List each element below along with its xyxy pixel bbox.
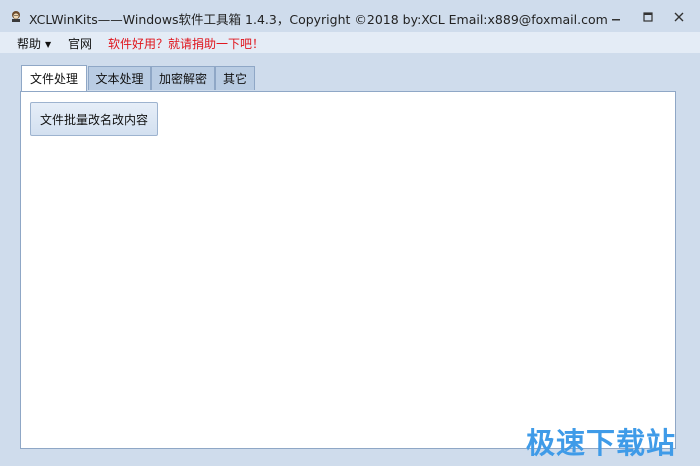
window-title: XCLWinKits——Windows软件工具箱 1.4.3，Copyright… [29,12,608,27]
app-logo-icon [9,9,23,23]
title-bar[interactable]: XCLWinKits——Windows软件工具箱 1.4.3，Copyright… [0,0,700,32]
tab-text-processing[interactable]: 文本处理 [88,66,151,90]
dropdown-caret-icon: ▼ [45,40,52,49]
menu-bar: 帮助 ▼ 官网 软件好用？就请捐助一下吧！ [0,32,700,53]
maximize-button[interactable] [633,7,663,27]
minimize-button[interactable] [601,7,631,27]
tab-file-processing[interactable]: 文件处理 [21,65,87,91]
maximize-icon [643,12,653,22]
minimize-icon [612,19,620,21]
site-watermark: 极速下载站 [526,426,677,460]
tab-content-panel: 文件批量改名改内容 [20,91,676,449]
tab-encrypt-decrypt[interactable]: 加密解密 [151,66,215,90]
app-window: XCLWinKits——Windows软件工具箱 1.4.3，Copyright… [0,0,700,466]
close-icon [674,12,684,22]
close-button[interactable] [664,7,694,27]
menu-official-site[interactable]: 官网 [68,35,92,52]
menu-donate-link[interactable]: 软件好用？就请捐助一下吧！ [108,35,264,52]
batch-rename-button[interactable]: 文件批量改名改内容 [30,102,158,136]
tab-other[interactable]: 其它 [215,66,255,90]
menu-help[interactable]: 帮助 ▼ [17,35,51,52]
menu-help-label: 帮助 [17,37,42,51]
